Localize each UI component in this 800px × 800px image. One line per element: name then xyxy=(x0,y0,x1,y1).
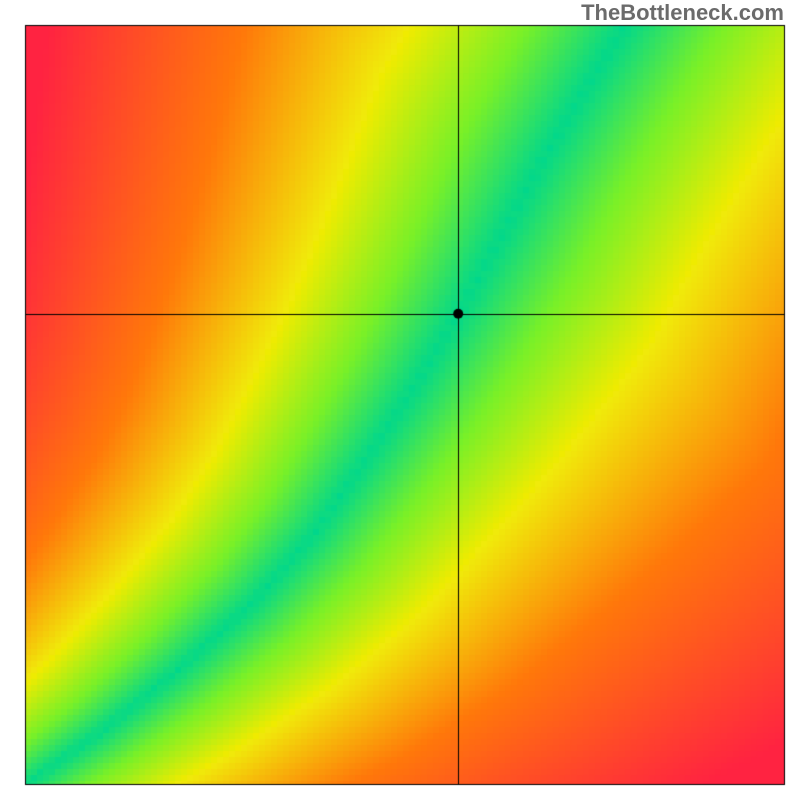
watermark-text: TheBottleneck.com xyxy=(581,0,784,26)
bottleneck-heatmap: TheBottleneck.com xyxy=(0,0,800,800)
heatmap-canvas xyxy=(0,0,800,800)
